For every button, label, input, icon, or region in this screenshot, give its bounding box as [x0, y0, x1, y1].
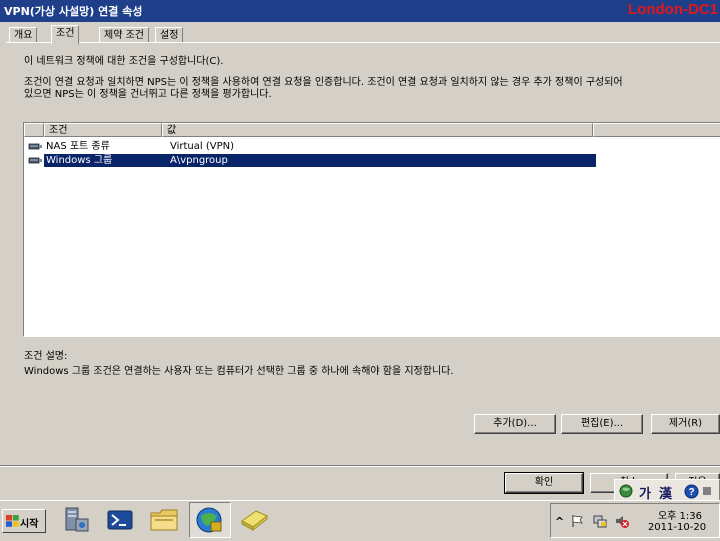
volume-muted-icon[interactable] — [614, 513, 630, 529]
value-cell: Virtual (VPN) — [170, 141, 235, 152]
ok-button[interactable]: 확인 — [504, 472, 584, 494]
network-cable-icon — [28, 157, 42, 164]
explorer-folder-icon[interactable] — [146, 503, 182, 537]
add-button[interactable]: 추가(D)... — [474, 414, 556, 434]
condition-cell: NAS 포트 종류 — [46, 141, 110, 152]
tab-constraints[interactable]: 제약 조건 — [99, 27, 149, 43]
network-status-icon[interactable] — [592, 513, 608, 529]
svg-text:?: ? — [688, 487, 694, 498]
server-manager-icon[interactable] — [58, 503, 94, 537]
value-cell: A\vpngroup — [168, 154, 596, 167]
condition-description-label: 조건 설명: — [24, 351, 68, 362]
system-tray: ^ 오후 1:36 2011-10-20 — [550, 503, 720, 538]
start-button[interactable]: 시작 — [2, 509, 46, 533]
conditions-description-line2: 있으면 NPS는 이 정책을 건너뛰고 다른 정책을 평가합니다. — [24, 89, 272, 100]
title-bar[interactable]: VPN(가상 사설망) 연결 속성 London-DC1 — [0, 0, 720, 22]
tab-panel-border — [6, 42, 720, 43]
help-icon[interactable]: ? — [684, 484, 699, 499]
tab-settings[interactable]: 설정 — [155, 27, 184, 43]
tray-expand-chevron[interactable]: ^ — [555, 515, 564, 528]
condition-description-text: Windows 그룹 조건은 연결하는 사용자 또는 컴퓨터가 선택한 그룹 중… — [24, 366, 454, 377]
dialog-separator-highlight — [0, 466, 720, 467]
clock-time[interactable]: 오후 1:36 — [645, 507, 715, 522]
network-cable-icon — [28, 143, 42, 150]
condition-cell: Windows 그룹 — [44, 154, 168, 167]
remove-button[interactable]: 제거(R) — [651, 414, 720, 434]
column-filler-header — [593, 123, 720, 137]
column-value-header[interactable]: 값 — [162, 123, 593, 137]
langbar-options-icon[interactable] — [703, 487, 711, 495]
network-policy-server-icon — [196, 507, 222, 533]
powershell-icon[interactable] — [102, 503, 138, 537]
window-title: VPN(가상 사설망) 연결 속성 — [4, 5, 143, 18]
conditions-intro: 이 네트워크 정책에 대한 조건을 구성합니다(C). — [24, 56, 224, 67]
ime-globe-icon[interactable] — [619, 484, 633, 498]
tab-overview[interactable]: 개요 — [9, 27, 38, 43]
table-row[interactable]: NAS 포트 종류 Virtual (VPN) — [28, 140, 598, 153]
table-row[interactable]: Windows 그룹 A\vpngroup — [28, 154, 598, 167]
edit-button[interactable]: 편집(E)... — [561, 414, 643, 434]
column-condition-header[interactable]: 조건 — [44, 123, 162, 137]
dialog-window-icon[interactable] — [236, 503, 272, 537]
windows-logo-icon — [6, 515, 19, 527]
nps-taskbar-button[interactable] — [189, 502, 231, 538]
tab-conditions[interactable]: 조건 — [51, 25, 80, 44]
clock-date[interactable]: 2011-10-20 — [639, 522, 715, 533]
start-label: 시작 — [20, 519, 39, 530]
host-watermark: London-DC1 — [628, 1, 718, 18]
column-icon-header[interactable] — [24, 123, 44, 137]
conditions-list[interactable]: 조건 값 NAS 포트 종류 Virtual (VPN) Windows 그룹 … — [23, 122, 720, 337]
action-center-flag-icon[interactable] — [570, 514, 584, 528]
